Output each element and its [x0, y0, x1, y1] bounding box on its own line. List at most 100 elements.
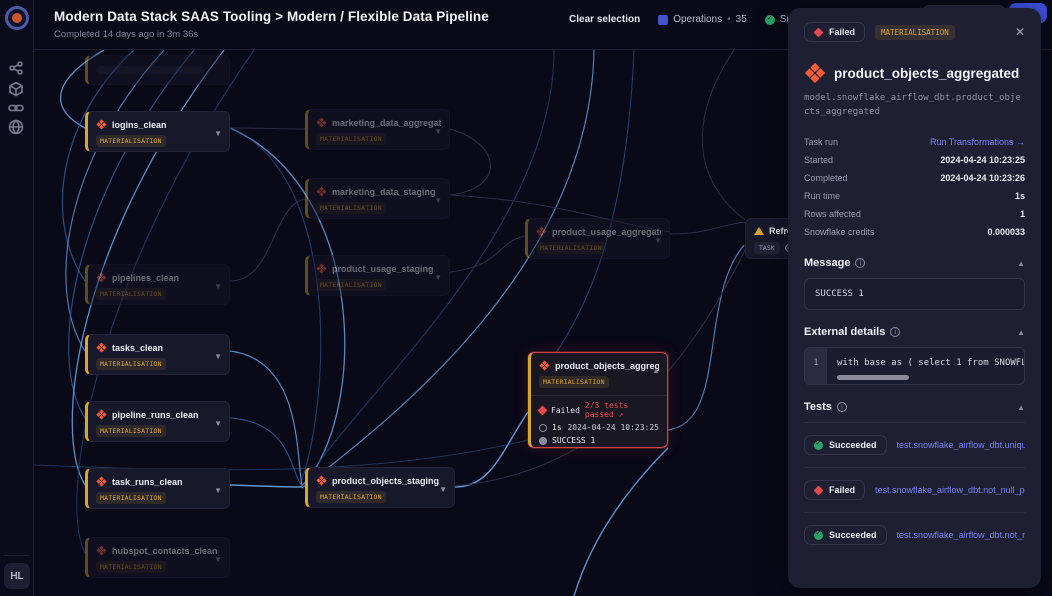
info-icon[interactable]: i — [837, 402, 847, 412]
node-title: pipelines_clean — [112, 273, 221, 283]
collapse-icon[interactable]: ▲ — [1017, 328, 1025, 337]
node-timestamp: 2024-04-24 10:23:25 — [567, 423, 659, 432]
detail-row: Completed 2024-04-24 10:23:26 — [804, 169, 1025, 187]
chevron-down-icon[interactable]: ▼ — [214, 555, 222, 564]
test-link[interactable]: test.snowflake_airflow_dbt.unique_pro — [897, 440, 1025, 450]
failed-diamond-icon — [538, 405, 548, 415]
operations-count: 35 — [736, 14, 747, 25]
detail-value: 0.000033 — [987, 227, 1025, 237]
divider — [531, 395, 667, 396]
section-title: Tests — [804, 401, 832, 413]
test-status-badge: Succeeded — [804, 435, 887, 455]
node-task-runs-clean[interactable]: task_runs_clean ▼ MATERIALISATION — [85, 468, 230, 509]
dbt-icon — [96, 476, 107, 487]
node-product-usage-aggregated[interactable]: product_usage_aggregated ▼ MATERIALISATI… — [525, 218, 670, 259]
detail-label: Rows affected — [804, 209, 861, 219]
test-row: Failed test.snowflake_airflow_dbt.not_nu… — [804, 468, 1025, 513]
node-marketing-data-aggregated[interactable]: marketing_data_aggregated ▼ MATERIALISAT… — [305, 109, 450, 150]
test-link[interactable]: test.snowflake_airflow_dbt.not_null_pr — [897, 530, 1025, 540]
materialisation-badge: MATERIALISATION — [316, 491, 386, 503]
test-link[interactable]: test.snowflake_airflow_dbt.not_null_pr — [875, 485, 1025, 495]
detail-row: Run time 1s — [804, 187, 1025, 205]
node-runtime: 1s — [552, 423, 562, 432]
detail-row: Task run Run Transformations → — [804, 133, 1025, 151]
test-status-badge: Failed — [804, 480, 865, 500]
task-badge: TASK — [754, 242, 780, 254]
failed-diamond-icon — [814, 485, 824, 495]
nav-rail: HL — [0, 0, 34, 596]
dbt-icon — [804, 62, 826, 84]
node-message: SUCCESS 1 — [552, 436, 595, 445]
chevron-down-icon[interactable]: ▼ — [214, 419, 222, 428]
section-title: Message — [804, 257, 850, 269]
operations-label: Operations — [673, 14, 722, 25]
node-hubspot-contacts-clean[interactable]: hubspot_contacts_clean ▼ MATERIALISATION — [85, 537, 230, 578]
globe-icon[interactable] — [8, 119, 26, 137]
dbt-icon — [316, 186, 327, 197]
info-icon[interactable]: i — [855, 258, 865, 268]
warning-triangle-icon — [754, 227, 764, 235]
node-product-usage-staging[interactable]: product_usage_staging ▼ MATERIALISATION — [305, 255, 450, 296]
node-marketing-data-staging[interactable]: marketing_data_staging ▼ MATERIALISATION — [305, 178, 450, 219]
node-logins-clean[interactable]: logins_clean ▼ MATERIALISATION — [85, 111, 230, 152]
detail-row: Started 2024-04-24 10:23:25 — [804, 151, 1025, 169]
orchestra-logo[interactable] — [5, 6, 29, 30]
chevron-down-icon[interactable]: ▼ — [434, 273, 442, 282]
node-details-panel: Failed MATERIALISATION ✕ product_objects… — [788, 8, 1041, 588]
materialisation-badge: MATERIALISATION — [316, 279, 386, 291]
chevron-down-icon[interactable]: ▼ — [214, 352, 222, 361]
node-product-objects-staging[interactable]: product_objects_staging ▼ MATERIALISATIO… — [305, 467, 455, 508]
operations-filter[interactable]: Operations • 35 — [658, 14, 747, 25]
detail-value: 2024-04-24 10:23:26 — [940, 173, 1025, 183]
node-partial-top[interactable] — [85, 55, 230, 85]
chevron-up-icon[interactable]: ▲ — [652, 366, 660, 375]
detail-label: Snowflake credits — [804, 227, 875, 237]
horizontal-scrollbar[interactable] — [837, 375, 909, 380]
clock-icon — [539, 424, 547, 432]
chevron-down-icon[interactable]: ▼ — [214, 282, 222, 291]
success-check-icon — [765, 15, 775, 25]
graph-icon[interactable] — [8, 60, 26, 78]
node-status: Failed — [551, 406, 580, 415]
chevron-down-icon[interactable]: ▼ — [434, 196, 442, 205]
test-status-label: Succeeded — [829, 530, 877, 540]
detail-label: Run time — [804, 191, 840, 201]
close-icon[interactable]: ✕ — [1015, 25, 1025, 39]
dbt-icon — [316, 117, 327, 128]
clear-selection-button[interactable]: Clear selection — [569, 14, 640, 25]
node-title: task_runs_clean — [112, 477, 221, 487]
external-details-section-header: External details i ▲ — [804, 326, 1025, 338]
info-icon[interactable]: i — [890, 327, 900, 337]
chevron-down-icon[interactable]: ▼ — [654, 236, 662, 245]
node-pipelines-clean[interactable]: pipelines_clean ▼ MATERIALISATION — [85, 264, 230, 305]
task-run-link[interactable]: Run Transformations → — [930, 137, 1025, 147]
tests-summary-link[interactable]: 2/3 tests passed ↗ — [585, 401, 659, 419]
materialisation-badge: MATERIALISATION — [875, 25, 955, 40]
detail-value: 1 — [1020, 209, 1025, 219]
detail-value: 1s — [1015, 191, 1025, 201]
chevron-down-icon[interactable]: ▼ — [439, 485, 447, 494]
node-title: hubspot_contacts_clean — [112, 546, 221, 556]
cube-icon[interactable] — [8, 81, 26, 99]
collapse-icon[interactable]: ▲ — [1017, 259, 1025, 268]
dbt-icon — [96, 272, 107, 283]
success-check-icon — [814, 531, 823, 540]
chevron-down-icon[interactable]: ▼ — [434, 127, 442, 136]
detail-value: 2024-04-24 10:23:25 — [940, 155, 1025, 165]
line-number: 1 — [805, 348, 827, 384]
materialisation-badge: MATERIALISATION — [536, 242, 606, 254]
node-title: marketing_data_aggregated — [332, 118, 441, 128]
node-product-objects-aggregated-selected[interactable]: product_objects_aggregated ▲ MATERIALISA… — [528, 352, 668, 448]
user-avatar[interactable]: HL — [4, 563, 30, 589]
materialisation-badge: MATERIALISATION — [96, 135, 166, 147]
detail-label: Started — [804, 155, 833, 165]
node-tasks-clean[interactable]: tasks_clean ▼ MATERIALISATION — [85, 334, 230, 375]
chevron-down-icon[interactable]: ▼ — [214, 486, 222, 495]
link-icon[interactable] — [8, 100, 26, 118]
test-row: Succeeded test.snowflake_airflow_dbt.uni… — [804, 423, 1025, 468]
success-check-icon — [814, 441, 823, 450]
detail-row: Rows affected 1 — [804, 205, 1025, 223]
chevron-down-icon[interactable]: ▼ — [214, 129, 222, 138]
collapse-icon[interactable]: ▲ — [1017, 403, 1025, 412]
node-pipeline-runs-clean[interactable]: pipeline_runs_clean ▼ MATERIALISATION — [85, 401, 230, 442]
